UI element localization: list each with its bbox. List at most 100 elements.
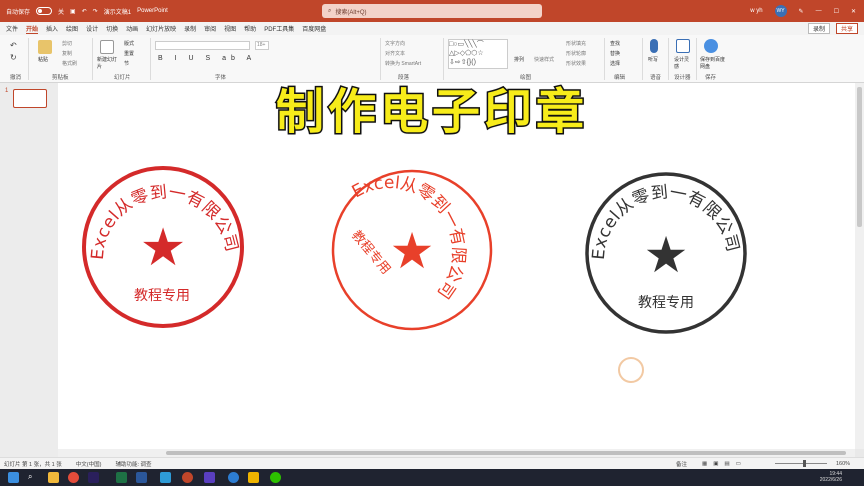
- tab-transitions[interactable]: 切换: [106, 24, 118, 33]
- tab-help[interactable]: 帮助: [244, 24, 256, 33]
- redo-icon[interactable]: ↻: [10, 53, 17, 62]
- autosave-label: 自动保存: [6, 9, 31, 16]
- system-clock[interactable]: 19:44 2022/6/26: [820, 471, 842, 483]
- language-indicator[interactable]: 中文(中国): [76, 460, 102, 468]
- stamp-2[interactable]: Excel从零到一有限公司 ★ 教程专用: [331, 169, 493, 331]
- reset-button[interactable]: 重置: [124, 50, 134, 57]
- wechat-icon[interactable]: [270, 472, 281, 483]
- record-button[interactable]: 录制: [807, 23, 830, 34]
- tab-view[interactable]: 视图: [224, 24, 236, 33]
- app-icon[interactable]: [160, 472, 171, 483]
- select-button[interactable]: 选择: [610, 60, 620, 67]
- premiere-icon[interactable]: [88, 472, 99, 483]
- tab-design[interactable]: 设计: [86, 24, 98, 33]
- tab-animations[interactable]: 动画: [126, 24, 138, 33]
- layout-button[interactable]: 版式: [124, 40, 134, 47]
- notes-button[interactable]: 备注: [676, 460, 687, 468]
- zoom-slider-knob[interactable]: [803, 460, 806, 467]
- arrange-button[interactable]: 排列: [514, 56, 524, 63]
- align-text-button[interactable]: 对齐文本: [385, 50, 405, 57]
- zoom-level[interactable]: 160%: [836, 461, 850, 467]
- stamp-3[interactable]: Excel从零到一有限公司 ★ 教程专用: [585, 172, 747, 334]
- redo-icon[interactable]: ↷: [93, 8, 98, 15]
- new-slide-button[interactable]: 新建幻灯片: [97, 56, 119, 70]
- powerpoint-icon[interactable]: [182, 472, 193, 483]
- pen-icon[interactable]: ✎: [799, 8, 804, 15]
- vertical-scrollbar[interactable]: [855, 83, 864, 449]
- zoom-slider[interactable]: [775, 463, 827, 464]
- save-icon[interactable]: ▣: [70, 8, 76, 15]
- doc-title: 演示文稿1: [103, 9, 132, 16]
- font-name-input[interactable]: [155, 41, 250, 50]
- share-button[interactable]: 共享: [835, 23, 858, 34]
- designer-icon[interactable]: [676, 39, 690, 53]
- font-size-input[interactable]: 18+: [255, 41, 269, 50]
- folder-icon[interactable]: [248, 472, 259, 483]
- search-icon[interactable]: ⌕: [28, 472, 39, 483]
- paste-icon[interactable]: [38, 40, 52, 54]
- format-painter-button[interactable]: 格式刷: [62, 60, 77, 67]
- shape-outline-button[interactable]: 形状轮廓: [566, 50, 586, 57]
- dictate-button[interactable]: 听写: [648, 56, 658, 63]
- clock-date: 2022/6/26: [819, 477, 842, 483]
- save-to-baidu-button[interactable]: 保存到百度网盘: [700, 56, 726, 70]
- star-icon: ★: [140, 219, 187, 277]
- tab-baidu-disk[interactable]: 百度网盘: [302, 24, 326, 33]
- close-button[interactable]: ✕: [851, 8, 856, 15]
- tab-file[interactable]: 文件: [6, 24, 18, 33]
- replace-button[interactable]: 替换: [610, 50, 620, 57]
- baidu-cloud-icon[interactable]: [704, 39, 718, 53]
- autosave-toggle[interactable]: [36, 7, 53, 15]
- tab-slideshow[interactable]: 幻灯片放映: [146, 24, 176, 33]
- text-direction-button[interactable]: 文字方向: [385, 40, 405, 47]
- page-title: 制作电子印章: [274, 83, 588, 142]
- horizontal-scroll-thumb[interactable]: [166, 451, 846, 455]
- font-format-icons[interactable]: B I U S ab A: [158, 55, 256, 62]
- ribbon-tabs: 文件 开始 插入 绘图 设计 切换 动画 幻灯片放映 录制 审阅 视图 帮助 P…: [0, 22, 864, 35]
- undo-icon[interactable]: ↶: [10, 41, 17, 50]
- shape-effects-button[interactable]: 形状效果: [566, 60, 586, 67]
- tab-record[interactable]: 录制: [184, 24, 196, 33]
- shapes-gallery[interactable]: □○▭╲╲╲⌒ △▷◇⬠⬡☆ ⇩⇨⇧{}(): [448, 39, 508, 69]
- tab-insert[interactable]: 插入: [46, 24, 58, 33]
- chrome-icon[interactable]: [68, 472, 79, 483]
- microphone-icon[interactable]: [650, 39, 658, 53]
- vertical-scroll-thumb[interactable]: [857, 87, 862, 227]
- avatar[interactable]: WY: [774, 5, 787, 17]
- word-icon[interactable]: [136, 472, 147, 483]
- tab-pdf-tools[interactable]: PDF工具集: [264, 24, 294, 33]
- designer-button[interactable]: 设计灵感: [674, 56, 692, 70]
- cut-button[interactable]: 剪切: [62, 40, 72, 47]
- find-button[interactable]: 查找: [610, 40, 620, 47]
- tab-review[interactable]: 审阅: [204, 24, 216, 33]
- edge-icon[interactable]: [228, 472, 239, 483]
- undo-icon[interactable]: ↶: [82, 8, 87, 15]
- search-box[interactable]: ⌕ 搜索(Alt+Q): [322, 4, 542, 18]
- minimize-button[interactable]: —: [816, 8, 822, 14]
- taskbar: ⌕ 19:44 2022/6/26: [0, 469, 864, 486]
- horizontal-scrollbar[interactable]: [58, 449, 855, 457]
- smartart-button[interactable]: 转换为 SmartArt: [385, 60, 421, 67]
- star-icon: ★: [390, 223, 435, 279]
- user-name: w yh: [750, 8, 763, 14]
- app-icon[interactable]: [204, 472, 215, 483]
- slide-count: 幻灯片 第 1 张，共 1 张: [4, 461, 62, 468]
- excel-icon[interactable]: [116, 472, 127, 483]
- accessibility-indicator[interactable]: 辅助功能: 调查: [115, 460, 151, 468]
- tab-draw[interactable]: 绘图: [66, 24, 78, 33]
- section-button[interactable]: 节: [124, 60, 129, 67]
- windows-start-icon[interactable]: [8, 472, 19, 483]
- tab-home[interactable]: 开始: [26, 24, 39, 34]
- search-icon: ⌕: [328, 7, 332, 14]
- shape-fill-button[interactable]: 形状填充: [566, 40, 586, 47]
- copy-button[interactable]: 复制: [62, 50, 72, 57]
- cursor-indicator: [618, 357, 644, 383]
- paste-button[interactable]: 粘贴: [38, 56, 48, 63]
- file-explorer-icon[interactable]: [48, 472, 59, 483]
- view-buttons[interactable]: ▦▣▤▭: [702, 461, 747, 467]
- new-slide-icon[interactable]: [100, 40, 114, 54]
- stamp-1[interactable]: Excel从零到一有限公司 ★ 教程专用: [82, 166, 244, 328]
- search-placeholder: 搜索(Alt+Q): [335, 9, 367, 16]
- maximize-button[interactable]: ☐: [834, 8, 839, 15]
- quick-styles-button[interactable]: 快速样式: [534, 56, 554, 63]
